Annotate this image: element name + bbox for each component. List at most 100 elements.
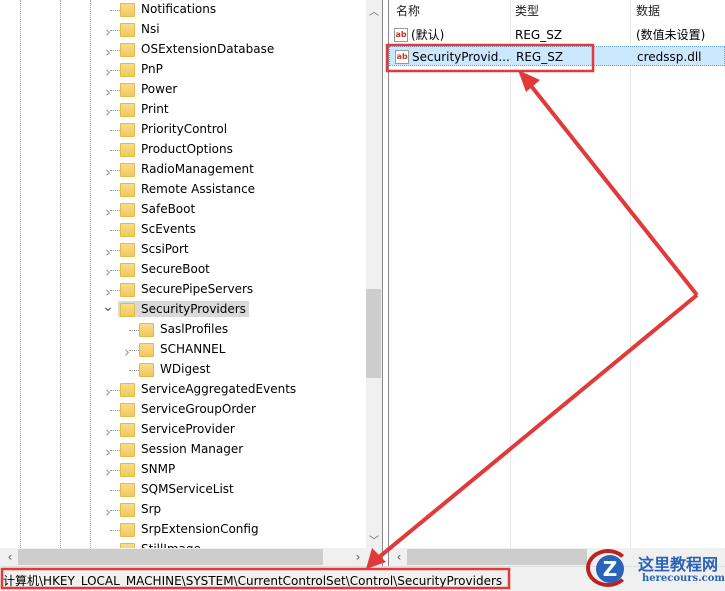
- tree-item[interactable]: › PnP: [0, 60, 366, 81]
- collapse-arrow-icon[interactable]: ⌄: [102, 299, 114, 315]
- tree-item-label: ScEvents: [141, 222, 196, 236]
- watermark-logo: Z 这里教程网 herecours.com: [580, 545, 725, 591]
- value-row[interactable]: ab (默认) REG_SZ (数值未设置): [389, 25, 725, 45]
- folder-icon: [120, 43, 135, 57]
- expand-arrow-icon[interactable]: ›: [102, 163, 114, 181]
- expand-arrow-icon[interactable]: ›: [102, 463, 114, 481]
- tree-item-label: SrpExtensionConfig: [141, 522, 259, 536]
- folder-icon: [139, 323, 154, 337]
- tree-horizontal-scrollbar[interactable]: ‹ ›: [0, 548, 382, 566]
- tree-item-label: Notifications: [141, 2, 217, 16]
- folder-icon: [120, 423, 135, 437]
- tree-item-label: Srp: [141, 502, 162, 516]
- registry-tree[interactable]: Notifications › Nsi › OSExtensionDatabase › Pn…: [0, 0, 366, 548]
- expand-arrow-icon[interactable]: ›: [102, 503, 114, 521]
- column-header-data[interactable]: 数据: [636, 0, 660, 22]
- tree-connector: [110, 170, 120, 171]
- expand-arrow-icon[interactable]: ›: [102, 63, 114, 81]
- tree-connector: [110, 150, 120, 151]
- tree-item[interactable]: › Nsi: [0, 20, 366, 41]
- scroll-up-icon[interactable]: ︿: [366, 3, 382, 18]
- tree-item[interactable]: Notifications: [0, 0, 366, 20]
- tree-connector: [129, 330, 139, 331]
- tree-item[interactable]: › Srp: [0, 500, 366, 521]
- value-row-selected[interactable]: ab SecurityProvid... REG_SZ credssp.dll: [389, 46, 725, 66]
- expand-arrow-icon[interactable]: ›: [102, 263, 114, 281]
- tree-connector: [110, 290, 120, 291]
- tree-item[interactable]: › Print: [0, 100, 366, 121]
- folder-icon: [120, 263, 135, 277]
- folder-icon: [120, 383, 135, 397]
- expand-arrow-icon[interactable]: ›: [102, 43, 114, 61]
- tree-item[interactable]: PriorityControl: [0, 120, 366, 140]
- tree-item[interactable]: › SNMP: [0, 460, 366, 481]
- expand-arrow-icon[interactable]: ›: [102, 83, 114, 101]
- tree-item-label: SafeBoot: [141, 202, 196, 216]
- value-data: credssp.dll: [637, 50, 702, 64]
- expand-arrow-icon[interactable]: ›: [102, 23, 114, 41]
- tree-item[interactable]: SQMServiceList: [0, 480, 366, 500]
- scroll-thumb[interactable]: [407, 549, 587, 565]
- tree-item[interactable]: › Power: [0, 80, 366, 101]
- scroll-right-icon[interactable]: ›: [350, 550, 366, 564]
- tree-item[interactable]: SaslProfiles: [0, 320, 366, 340]
- scroll-left-icon[interactable]: ‹: [391, 550, 407, 564]
- tree-item[interactable]: › OSExtensionDatabase: [0, 40, 366, 61]
- expand-arrow-icon[interactable]: ›: [102, 243, 114, 261]
- expand-arrow-icon[interactable]: ›: [102, 383, 114, 401]
- tree-item-label: PriorityControl: [141, 122, 228, 136]
- column-divider[interactable]: [510, 0, 511, 548]
- scroll-left-icon[interactable]: ‹: [2, 550, 18, 564]
- column-divider[interactable]: [630, 0, 631, 548]
- folder-icon: [120, 243, 135, 257]
- column-header-name[interactable]: 名称: [396, 0, 420, 22]
- expand-arrow-icon[interactable]: ›: [121, 343, 133, 361]
- scroll-thumb[interactable]: [366, 289, 381, 378]
- tree-item[interactable]: › ScsiPort: [0, 240, 366, 261]
- expand-arrow-icon[interactable]: ›: [102, 203, 114, 221]
- logo-icon: Z: [586, 549, 630, 587]
- tree-item[interactable]: › SecurePipeServers: [0, 280, 366, 301]
- tree-item-label: SecurePipeServers: [141, 282, 254, 296]
- tree-item-label: Print: [141, 102, 169, 116]
- tree-vertical-scrollbar[interactable]: ︿ ﹀: [366, 0, 382, 548]
- tree-item[interactable]: Remote Assistance: [0, 180, 366, 200]
- tree-item-label: SecurityProviders: [118, 301, 249, 317]
- scroll-down-icon[interactable]: ﹀: [366, 532, 382, 547]
- pane-splitter[interactable]: [382, 0, 389, 566]
- tree-item[interactable]: › SCHANNEL: [0, 340, 366, 361]
- tree-item[interactable]: ServiceGroupOrder: [0, 400, 366, 420]
- folder-icon: [120, 183, 135, 197]
- tree-item[interactable]: ⌄ SecurityProviders: [0, 299, 366, 320]
- tree-item-label: Remote Assistance: [141, 182, 256, 196]
- tree-item[interactable]: › SafeBoot: [0, 200, 366, 221]
- folder-icon: [120, 443, 135, 457]
- expand-arrow-icon[interactable]: ›: [102, 443, 114, 461]
- tree-item[interactable]: › SecureBoot: [0, 260, 366, 281]
- tree-item[interactable]: WDigest: [0, 360, 366, 380]
- folder-icon: [120, 203, 135, 217]
- tree-item[interactable]: › ServiceProvider: [0, 420, 366, 441]
- tree-item-label: ServiceGroupOrder: [141, 402, 256, 416]
- folder-icon: [120, 83, 135, 97]
- value-data: (数值未设置): [636, 28, 706, 42]
- scroll-thumb[interactable]: [18, 549, 323, 565]
- folder-icon: [120, 283, 135, 297]
- column-header-type[interactable]: 类型: [515, 0, 539, 22]
- values-list[interactable]: 名称 类型 数据 ab (默认) REG_SZ (数值未设置) ab Secur…: [389, 0, 725, 548]
- tree-connector: [110, 250, 120, 251]
- tree-item[interactable]: › RadioManagement: [0, 160, 366, 181]
- expand-arrow-icon[interactable]: ›: [102, 423, 114, 441]
- tree-connector: [129, 350, 139, 351]
- tree-item[interactable]: › Session Manager: [0, 440, 366, 461]
- tree-item[interactable]: SrpExtensionConfig: [0, 520, 366, 540]
- tree-item-label: SNMP: [141, 462, 176, 476]
- tree-item-label: ServiceAggregatedEvents: [141, 382, 297, 396]
- tree-item-label: SCHANNEL: [160, 342, 226, 356]
- tree-item[interactable]: ScEvents: [0, 220, 366, 240]
- expand-arrow-icon[interactable]: ›: [102, 103, 114, 121]
- tree-item[interactable]: ProductOptions: [0, 140, 366, 160]
- tree-item[interactable]: › ServiceAggregatedEvents: [0, 380, 366, 401]
- folder-icon: [139, 363, 154, 377]
- tree-item[interactable]: ›StillImage: [0, 540, 366, 548]
